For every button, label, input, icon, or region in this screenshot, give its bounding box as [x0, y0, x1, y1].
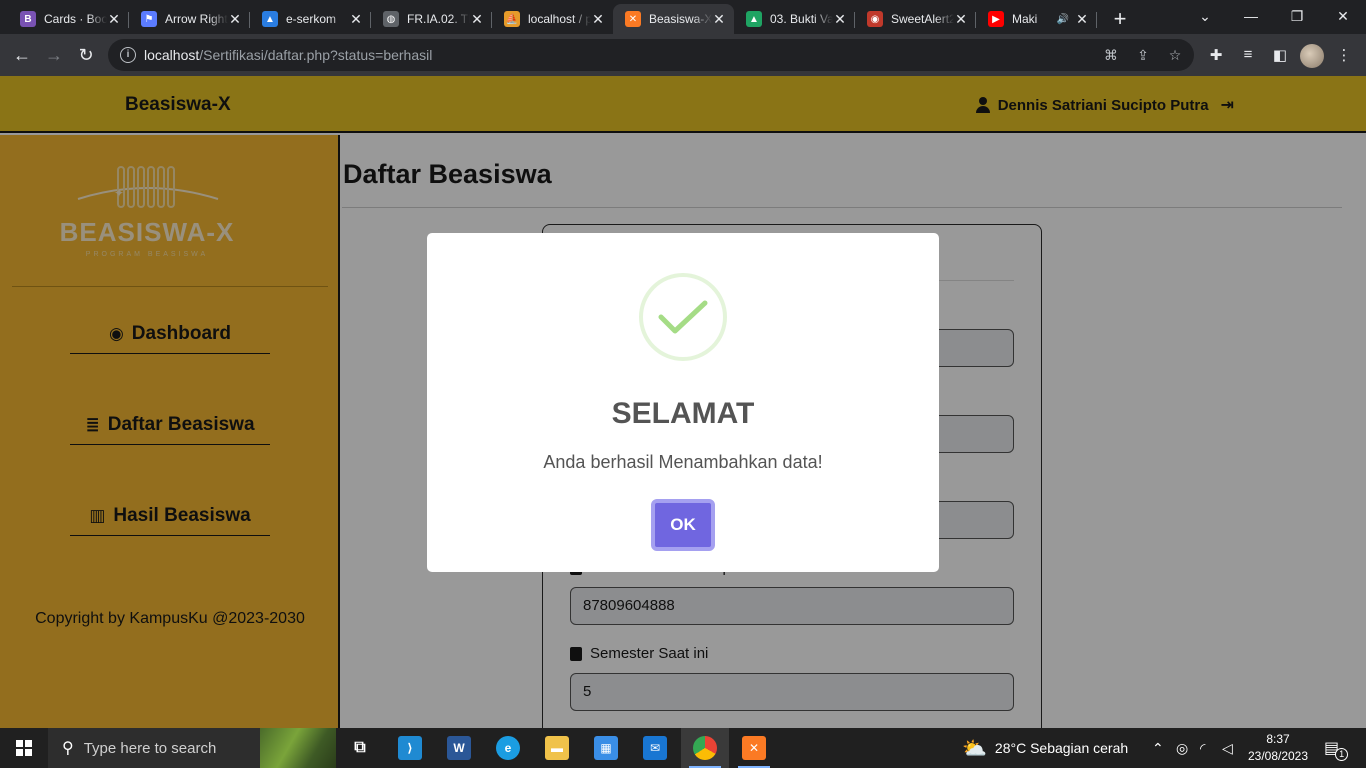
search-highlight-image — [260, 728, 336, 768]
vscode-icon[interactable]: ⟩ — [386, 728, 434, 768]
windows-taskbar: ⚲ Type here to search ⧉ ⟩ W e ▬ ▦ ✉ ✕ ⛅ … — [0, 728, 1366, 768]
address-bar[interactable]: i localhost/Sertifikasi/daftar.php?statu… — [108, 39, 1194, 71]
show-hidden-icons-chevron-icon[interactable]: ⌃ — [1152, 728, 1164, 768]
menu-kebab-icon[interactable]: ⋮ — [1334, 46, 1354, 66]
forward-arrow-icon[interactable]: → — [42, 43, 66, 67]
google-drive-icon: ▲ — [746, 11, 762, 27]
browser-tab-strip: BCards · Bootstrap✕⚑Arrow Right✕▲e-serko… — [0, 0, 1366, 34]
tab-label: Arrow Right — [165, 12, 228, 26]
tab-close-icon[interactable]: ✕ — [107, 11, 121, 28]
tab-close-icon[interactable]: ✕ — [228, 11, 242, 28]
tab-close-icon[interactable]: ✕ — [954, 11, 968, 28]
browser-toolbar: ← → ↻ i localhost/Sertifikasi/daftar.php… — [0, 34, 1366, 76]
alert-title: SELAMAT — [611, 397, 755, 430]
notification-center-icon[interactable]: ▤ 1 — [1324, 728, 1349, 768]
url-path: /Sertifikasi/daftar.php?status=berhasil — [199, 47, 433, 63]
alert-message: Anda berhasil Menambahkan data! — [543, 452, 823, 472]
edge-icon[interactable]: e — [484, 728, 532, 768]
weather-text: 28°C Sebagian cerah — [994, 740, 1129, 756]
tab-5[interactable]: ✕ Beasiswa-X ✕ — [613, 4, 734, 34]
tab-0[interactable]: B Cards · Bootstrap✕ — [8, 4, 129, 34]
tab-label: Beasiswa-X — [649, 12, 712, 26]
clock-time: 8:37 — [1266, 732, 1290, 746]
tab-8[interactable]: ▶ Maki 🔊 ✕ — [976, 4, 1097, 34]
clock-date: 23/08/2023 — [1247, 749, 1309, 763]
reload-icon[interactable]: ↻ — [74, 43, 98, 67]
site-info-icon[interactable]: i — [120, 47, 136, 63]
side-panel-icon[interactable]: ◧ — [1270, 46, 1290, 66]
xampp-icon: ✕ — [625, 11, 641, 27]
search-icon: ⚲ — [62, 740, 74, 757]
tab-1[interactable]: ⚑ Arrow Right ✕ — [129, 4, 250, 34]
back-arrow-icon[interactable]: ← — [10, 43, 34, 67]
weather-widget[interactable]: ⛅ 28°C Sebagian cerah — [962, 728, 1128, 768]
start-button[interactable] — [0, 728, 48, 768]
tab-label: 03. Bukti Validasi — [770, 12, 833, 26]
media-queue-icon[interactable]: ≡ — [1238, 46, 1258, 66]
task-view-icon[interactable]: ⧉ — [336, 728, 384, 768]
search-placeholder: Type here to search — [83, 739, 217, 757]
youtube-icon: ▶ — [988, 11, 1004, 27]
notification-count: 1 — [1335, 747, 1349, 761]
tab-search-chevron-icon[interactable]: ⌄ — [1182, 4, 1228, 28]
tab-label: SweetAlert2 — [891, 12, 954, 26]
file-explorer-icon[interactable]: ▬ — [533, 728, 581, 768]
success-alert-dialog: SELAMAT Anda berhasil Menambahkan data! … — [427, 233, 939, 572]
restore-button[interactable]: ❐ — [1274, 4, 1320, 28]
url-host: localhost — [144, 47, 200, 63]
share-icon[interactable]: ⇪ — [1134, 47, 1152, 65]
xampp-icon[interactable]: ✕ — [730, 728, 778, 768]
tab-label: Maki — [1012, 12, 1038, 26]
tab-close-icon[interactable]: ✕ — [1075, 11, 1089, 28]
minimize-button[interactable]: — — [1228, 4, 1274, 28]
close-window-button[interactable]: ✕ — [1320, 4, 1366, 28]
tab-2[interactable]: ▲ e-serkom ✕ — [250, 4, 371, 34]
tab-7[interactable]: ◉ SweetAlert2 ✕ — [855, 4, 976, 34]
system-clock[interactable]: 8:37 23/08/2023 — [1246, 731, 1310, 765]
tab-close-icon[interactable]: ✕ — [712, 11, 726, 28]
tab-close-icon[interactable]: ✕ — [349, 11, 363, 28]
triangle-logo-icon: ▲ — [262, 11, 278, 27]
tab-label: FR.IA.02. TPD — [407, 12, 470, 26]
windows-logo-icon — [16, 740, 32, 756]
phpmyadmin-icon: ⛵ — [504, 11, 520, 27]
word-icon[interactable]: W — [435, 728, 483, 768]
wifi-icon[interactable]: ◜ — [1200, 728, 1205, 768]
globe-icon: ◍ — [383, 11, 399, 27]
tab-close-icon[interactable]: ✕ — [591, 11, 605, 28]
tab-audio-icon[interactable]: 🔊 — [1057, 14, 1069, 25]
extensions-puzzle-icon[interactable]: ✚ — [1206, 46, 1226, 66]
tab-close-icon[interactable]: ✕ — [470, 11, 484, 28]
camera-icon[interactable]: ◎ — [1176, 728, 1188, 768]
tab-3[interactable]: ◍ FR.IA.02. TPD✕ — [371, 4, 492, 34]
volume-icon[interactable]: ◁ — [1222, 728, 1233, 768]
bootstrap-icon: B — [20, 11, 36, 27]
tab-label: e-serkom — [286, 12, 337, 26]
mail-icon[interactable]: ✉ — [631, 728, 679, 768]
tab-close-icon[interactable]: ✕ — [833, 11, 847, 28]
profile-avatar[interactable] — [1300, 44, 1324, 68]
ok-button[interactable]: OK — [651, 499, 715, 551]
chrome-icon[interactable] — [681, 728, 729, 768]
tab-4[interactable]: ⛵ localhost / phpMyAdmin✕ — [492, 4, 613, 34]
bookmark-star-icon[interactable]: ☆ — [1166, 47, 1184, 65]
partly-cloudy-icon: ⛅ — [962, 737, 987, 760]
flag-icon: ⚑ — [141, 11, 157, 27]
microsoft-store-icon[interactable]: ▦ — [582, 728, 630, 768]
taskbar-search-box[interactable]: ⚲ Type here to search — [48, 728, 336, 768]
translate-icon[interactable]: ⌘ — [1102, 47, 1120, 65]
tab-label: localhost / phpMyAdmin — [528, 12, 591, 26]
tab-6[interactable]: ▲ 03. Bukti Validasi✕ — [734, 4, 855, 34]
success-check-icon — [639, 273, 727, 361]
tab-label: Cards · Bootstrap — [44, 12, 107, 26]
new-tab-button[interactable]: + — [1108, 6, 1132, 32]
sweetalert-icon: ◉ — [867, 11, 883, 27]
